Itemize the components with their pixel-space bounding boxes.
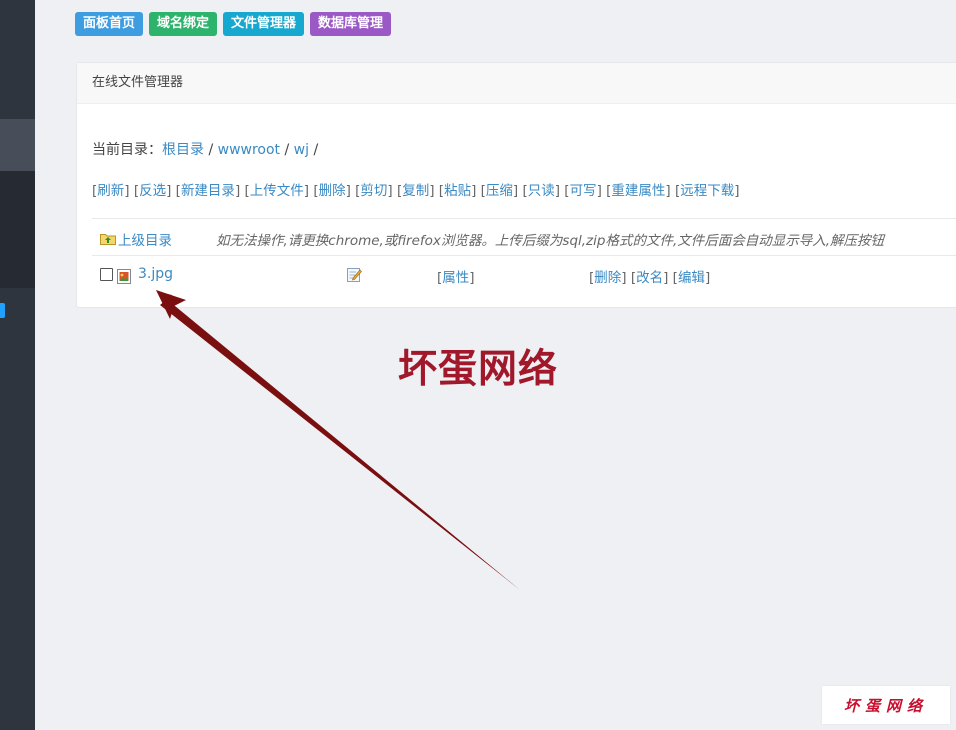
watermark-logo: 坏蛋网络 [822,686,950,724]
watermark-text: 坏蛋网络 [398,346,559,392]
